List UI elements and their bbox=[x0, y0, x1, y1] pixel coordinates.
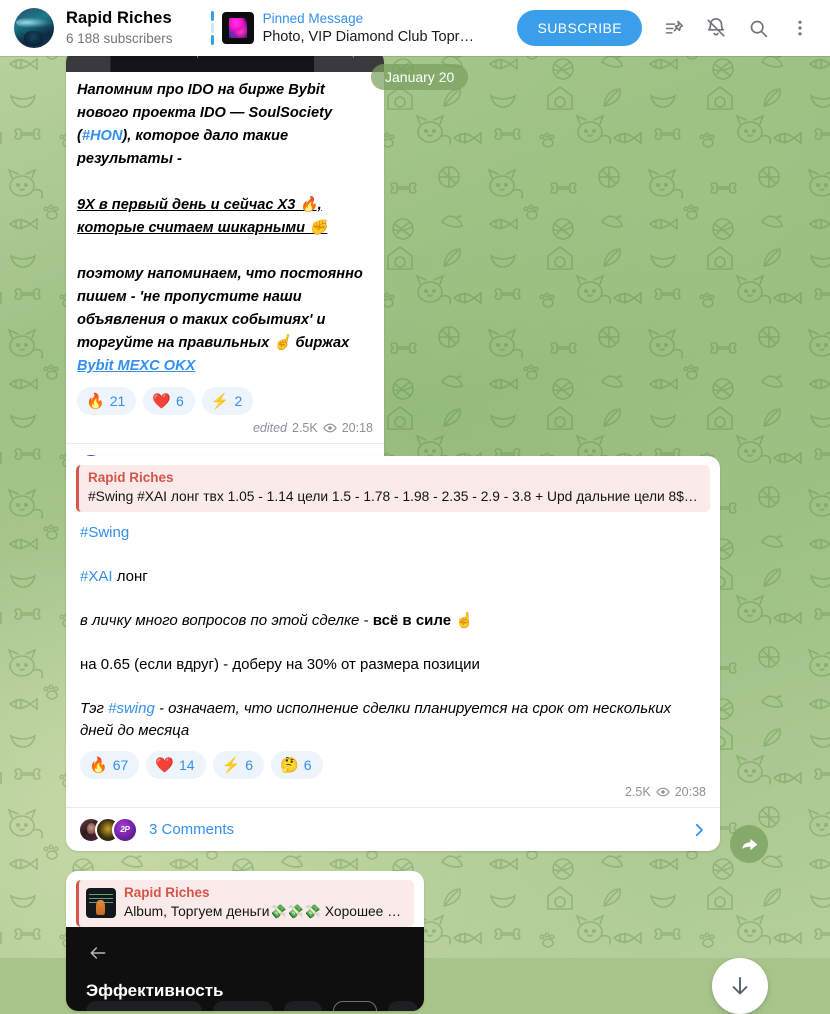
reaction-count: 6 bbox=[245, 757, 253, 773]
exchanges-link[interactable]: Bybit MEXC OKX bbox=[77, 358, 195, 374]
message-meta: 2.5K 20:38 bbox=[66, 779, 720, 807]
photo-chip bbox=[284, 1001, 322, 1011]
reply-preview-text: Album, Торгуем деньги💸💸💸 Хорошее вр… bbox=[124, 902, 404, 921]
subscribe-button[interactable]: SUBSCRIBE bbox=[517, 10, 642, 46]
reply-author: Rapid Riches bbox=[88, 469, 700, 487]
heart-emoji: ❤️ bbox=[155, 758, 174, 773]
comments-label: 3 Comments bbox=[149, 821, 234, 838]
message-text-run: лонг bbox=[113, 568, 148, 585]
view-count: 2.5K bbox=[625, 785, 651, 799]
fire-emoji: 🔥 bbox=[89, 758, 108, 773]
subscriber-count: 6 188 subscribers bbox=[66, 30, 173, 47]
message-meta: edited 2.5K 20:18 bbox=[66, 415, 384, 443]
reply-author: Rapid Riches bbox=[124, 884, 404, 902]
fire-emoji: 🔥 bbox=[86, 394, 105, 409]
hashtag-link[interactable]: #Swing bbox=[80, 522, 706, 544]
reaction-count: 6 bbox=[176, 393, 184, 409]
views-eye-icon bbox=[656, 785, 670, 799]
channel-avatar[interactable] bbox=[14, 8, 54, 48]
message-text-run: на 0.65 (если вдруг) - доберу на 30% от … bbox=[80, 654, 706, 676]
highlight-line-2: которые считаем шикарными ✊ bbox=[77, 217, 373, 240]
reaction-bar: 🔥 21 ❤️ 6 ⚡ 2 bbox=[66, 378, 384, 415]
message-bubble: НА ЕРТА ВОЦЬ ЗАК МАТОС МАСЛ КЕ ЦУ Напомн… bbox=[66, 50, 384, 487]
message-photo[interactable]: Эффективность bbox=[66, 927, 424, 1011]
reply-thumbnail bbox=[86, 888, 116, 918]
channel-title-block[interactable]: Rapid Riches 6 188 subscribers bbox=[66, 9, 173, 47]
message-bubble: Rapid Riches #Swing #XAI лонг твх 1.05 -… bbox=[66, 456, 720, 851]
reaction-chip[interactable]: ⚡ 2 bbox=[202, 387, 253, 415]
reaction-chip[interactable]: ❤️ 6 bbox=[143, 387, 194, 415]
paragraph-spacer bbox=[77, 171, 373, 194]
paragraph-spacer bbox=[80, 632, 706, 654]
hashtag-link[interactable]: #HON bbox=[82, 128, 123, 144]
message-paragraph-2: поэтому напоминаем, что постоянно пишем … bbox=[77, 266, 363, 351]
reaction-count: 67 bbox=[113, 757, 129, 773]
header-actions bbox=[654, 8, 820, 48]
reply-quote[interactable]: Rapid Riches Album, Торгуем деньги💸💸💸 Хо… bbox=[76, 880, 414, 927]
photo-chip bbox=[213, 1001, 273, 1011]
commenter-avatars: 2P bbox=[78, 817, 138, 843]
pinned-message-label: Pinned Message bbox=[263, 10, 474, 27]
reaction-count: 2 bbox=[234, 393, 242, 409]
pinned-position-indicator bbox=[211, 11, 214, 45]
photo-chip bbox=[86, 1001, 202, 1011]
reaction-count: 21 bbox=[110, 393, 126, 409]
message-text: #Swing #XAI лонг в личку много вопросов … bbox=[66, 512, 720, 742]
thinking-emoji: 🤔 bbox=[280, 758, 299, 773]
reply-preview-text: #Swing #XAI лонг твх 1.05 - 1.14 цели 1.… bbox=[88, 487, 700, 506]
chevron-right-icon bbox=[690, 821, 708, 839]
reply-quote[interactable]: Rapid Riches #Swing #XAI лонг твх 1.05 -… bbox=[76, 465, 710, 512]
pinned-message-preview: Photo, VIP Diamond Club Topr… bbox=[263, 28, 474, 47]
message-time: 20:18 bbox=[342, 421, 373, 435]
avatar: 2P bbox=[112, 817, 138, 843]
muted-bell-icon[interactable] bbox=[696, 8, 736, 48]
paragraph-spacer bbox=[80, 544, 706, 566]
channel-header: Rapid Riches 6 188 subscribers Pinned Me… bbox=[0, 0, 830, 56]
paragraph-spacer bbox=[77, 240, 373, 263]
photo-chip-selected bbox=[333, 1001, 377, 1011]
edited-label: edited bbox=[253, 421, 287, 435]
message-text-run: Тэг bbox=[80, 700, 108, 717]
search-icon[interactable] bbox=[738, 8, 778, 48]
pinned-message-thumbnail bbox=[222, 12, 254, 44]
photo-chip-row bbox=[86, 1001, 424, 1011]
reaction-chip[interactable]: 🔥 67 bbox=[80, 751, 139, 779]
message-list: January 20 НА ЕРТА ВОЦЬ ЗАК МАТОС МАСЛ К… bbox=[0, 56, 830, 958]
message-text-run: в личку много вопросов по этой сделке - bbox=[80, 612, 373, 629]
lightning-emoji: ⚡ bbox=[222, 758, 241, 773]
photo-title: Эффективность bbox=[86, 981, 404, 1001]
message-bubble: Rapid Riches Album, Торгуем деньги💸💸💸 Хо… bbox=[66, 871, 424, 1011]
photo-chip bbox=[388, 1001, 418, 1011]
message-text-run: - означает, что исполнение сделки планир… bbox=[80, 700, 671, 739]
more-options-icon[interactable] bbox=[780, 8, 820, 48]
scroll-to-bottom-button[interactable] bbox=[712, 958, 768, 1014]
pointing-hand-emoji: ☝ bbox=[455, 612, 474, 629]
pinned-message-bar[interactable]: Pinned Message Photo, VIP Diamond Club T… bbox=[211, 6, 474, 50]
hashtag-link[interactable]: #swing bbox=[108, 700, 155, 717]
reaction-count: 14 bbox=[179, 757, 195, 773]
lightning-emoji: ⚡ bbox=[211, 394, 230, 409]
reaction-bar: 🔥 67 ❤️ 14 ⚡ 6 🤔 6 bbox=[66, 742, 720, 779]
date-divider: January 20 bbox=[371, 64, 468, 90]
heart-emoji: ❤️ bbox=[152, 394, 171, 409]
pinned-messages-icon[interactable] bbox=[654, 8, 694, 48]
view-count: 2.5K bbox=[292, 421, 318, 435]
share-button[interactable] bbox=[730, 825, 768, 863]
channel-name: Rapid Riches bbox=[66, 9, 173, 28]
comments-bar[interactable]: 2P 3 Comments bbox=[66, 807, 720, 851]
reaction-chip[interactable]: ❤️ 14 bbox=[146, 751, 205, 779]
reaction-count: 6 bbox=[304, 757, 312, 773]
highlight-line-1: 9Х в первый день и сейчас Х3 🔥, bbox=[77, 194, 373, 217]
paragraph-spacer bbox=[80, 588, 706, 610]
hashtag-link[interactable]: #XAI bbox=[80, 568, 113, 585]
message-text: Напомним про IDO на бирже Bybit нового п… bbox=[66, 72, 384, 378]
reaction-chip[interactable]: 🤔 6 bbox=[271, 751, 322, 779]
reaction-chip[interactable]: 🔥 21 bbox=[77, 387, 136, 415]
paragraph-spacer bbox=[80, 676, 706, 698]
message-emphasis: всё в силе bbox=[373, 612, 451, 629]
reaction-chip[interactable]: ⚡ 6 bbox=[213, 751, 264, 779]
views-eye-icon bbox=[323, 421, 337, 435]
back-arrow-icon bbox=[86, 943, 404, 967]
message-time: 20:38 bbox=[675, 785, 706, 799]
